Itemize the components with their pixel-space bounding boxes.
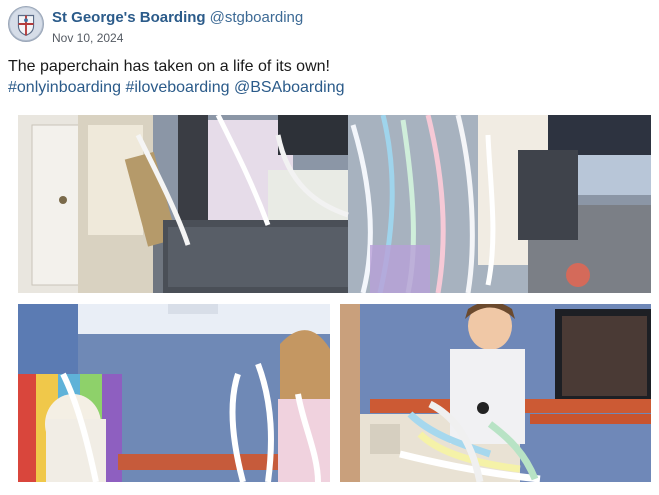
post-header: St George's Boarding @stgboarding Nov 10,… xyxy=(8,6,648,46)
post-text: The paperchain has taken on a life of it… xyxy=(8,58,330,75)
photo-girl-paperchain xyxy=(18,304,330,482)
photo-boy-paperchain xyxy=(340,304,651,482)
post-date[interactable]: Nov 10, 2024 xyxy=(52,31,123,45)
author-handle[interactable]: @stgboarding xyxy=(210,9,304,26)
post-photo-1[interactable] xyxy=(18,115,651,293)
post-photo-3[interactable] xyxy=(340,304,651,482)
hashtag-iloveboarding[interactable]: #iloveboarding xyxy=(125,79,229,96)
avatar[interactable] xyxy=(8,6,44,42)
hashtag-onlyinboarding[interactable]: #onlyinboarding xyxy=(8,79,121,96)
mention-bsaboarding[interactable]: @BSAboarding xyxy=(234,79,345,96)
school-crest-icon xyxy=(9,7,43,41)
photo-room-paperchains xyxy=(18,115,651,293)
author-line: St George's Boarding @stgboarding xyxy=(52,9,303,26)
post-body: The paperchain has taken on a life of it… xyxy=(8,56,648,98)
post-photo-2[interactable] xyxy=(18,304,330,482)
author-display-name[interactable]: St George's Boarding xyxy=(52,9,206,26)
post-tags-line: #onlyinboarding #iloveboarding @BSAboard… xyxy=(8,77,648,98)
